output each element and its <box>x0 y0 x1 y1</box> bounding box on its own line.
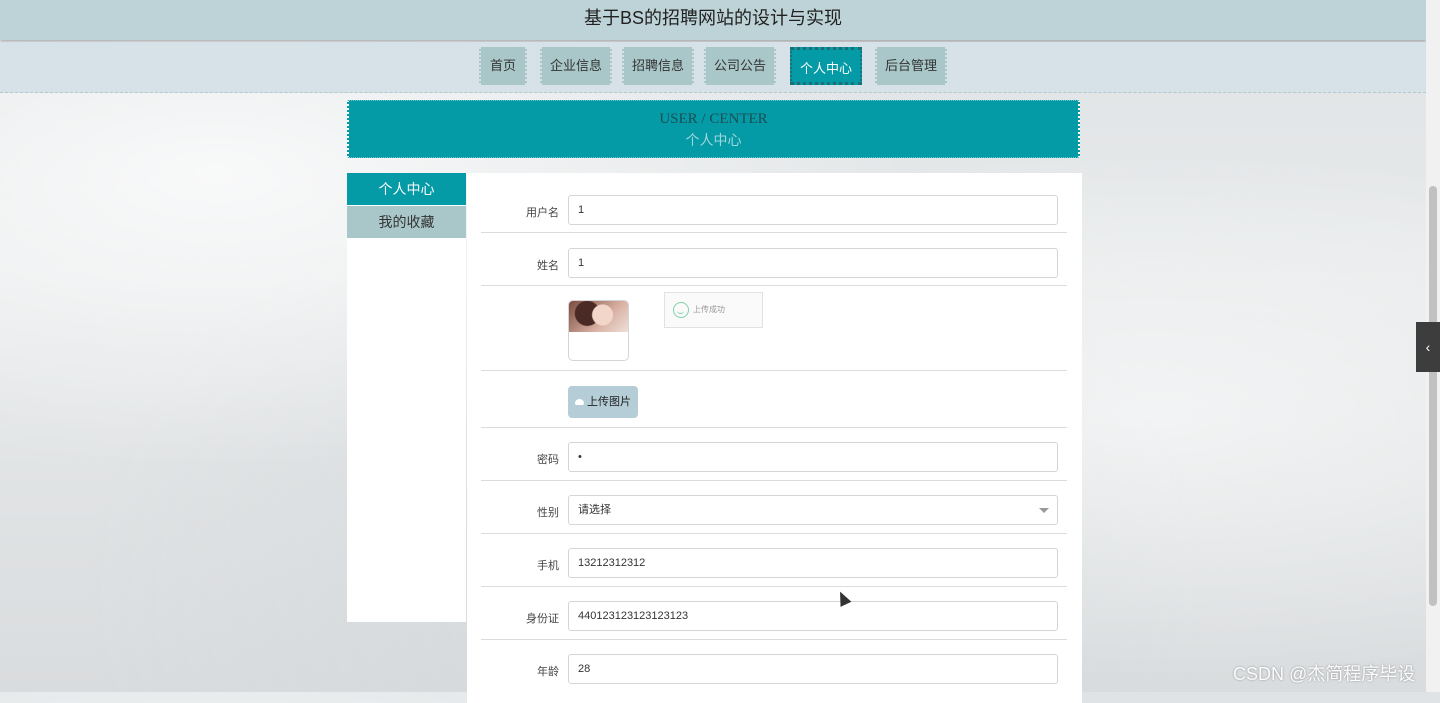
form-row-name: 姓名 1 <box>481 248 1067 286</box>
chevron-down-icon <box>1039 508 1049 513</box>
name-label: 姓名 <box>537 260 559 272</box>
form-row-avatar: 上传成功 <box>481 286 1067 371</box>
form-row-password: 密码 • <box>481 442 1067 481</box>
nav-item-admin[interactable]: 后台管理 <box>875 47 947 85</box>
nav-item-user-center[interactable]: 个人中心 <box>790 47 862 85</box>
sidebar-item-favorites[interactable]: 我的收藏 <box>347 206 466 238</box>
age-input[interactable]: 28 <box>568 654 1058 684</box>
banner-title-cn: 个人中心 <box>685 134 742 149</box>
upload-image-button[interactable]: 上传图片 <box>568 386 638 418</box>
form-row-age: 年龄 28 <box>481 654 1067 692</box>
phone-label: 手机 <box>537 560 559 572</box>
sidebar: 个人中心 我的收藏 <box>347 173 466 622</box>
avatar-image <box>569 301 628 332</box>
banner-title-en: USER / CENTER <box>659 111 768 127</box>
name-input[interactable]: 1 <box>568 248 1058 278</box>
avatar-preview[interactable] <box>568 300 629 361</box>
form-row-id-card: 身份证 440123123123123123 <box>481 601 1067 640</box>
password-label: 密码 <box>537 454 559 466</box>
phone-input[interactable]: 13212312312 <box>568 548 1058 578</box>
side-panel-toggle[interactable]: ‹ <box>1416 322 1440 372</box>
upload-success-toast: 上传成功 <box>664 292 763 328</box>
watermark: CSDN @杰简程序毕设 <box>1233 664 1416 684</box>
username-label: 用户名 <box>526 207 559 219</box>
nav-item-companies[interactable]: 企业信息 <box>540 47 612 85</box>
scrollbar-thumb[interactable] <box>1429 186 1437 606</box>
chevron-left-icon: ‹ <box>1425 339 1431 355</box>
profile-form: 用户名 1 姓名 1 上传成功 上传图片 密码 • 性别 请选择 手机 1321… <box>467 173 1082 703</box>
password-input[interactable]: • <box>568 442 1058 472</box>
site-title: 基于BS的招聘网站的设计与实现 <box>583 8 842 28</box>
id-card-input[interactable]: 440123123123123123 <box>568 601 1058 631</box>
nav-item-announcements[interactable]: 公司公告 <box>704 47 776 85</box>
username-input[interactable]: 1 <box>568 195 1058 225</box>
nav-item-home[interactable]: 首页 <box>479 47 527 85</box>
site-header: 基于BS的招聘网站的设计与实现 <box>0 0 1426 40</box>
sidebar-item-user-center[interactable]: 个人中心 <box>347 173 466 205</box>
gender-select-value: 请选择 <box>578 504 611 516</box>
id-card-label: 身份证 <box>526 613 559 625</box>
smile-icon <box>673 301 689 318</box>
main-nav: 首页 企业信息 招聘信息 公司公告 个人中心 后台管理 <box>0 42 1426 93</box>
upload-button-label: 上传图片 <box>587 396 631 408</box>
form-row-gender: 性别 请选择 <box>481 495 1067 534</box>
form-row-username: 用户名 1 <box>481 195 1067 233</box>
form-row-upload: 上传图片 <box>481 371 1067 428</box>
age-label: 年龄 <box>537 666 559 678</box>
page-banner: USER / CENTER 个人中心 <box>347 100 1080 158</box>
cloud-upload-icon <box>575 399 584 406</box>
upload-toast-text: 上传成功 <box>693 305 725 314</box>
gender-label: 性别 <box>537 507 559 519</box>
nav-item-jobs[interactable]: 招聘信息 <box>622 47 694 85</box>
form-row-phone: 手机 13212312312 <box>481 548 1067 587</box>
gender-select[interactable]: 请选择 <box>568 495 1058 525</box>
